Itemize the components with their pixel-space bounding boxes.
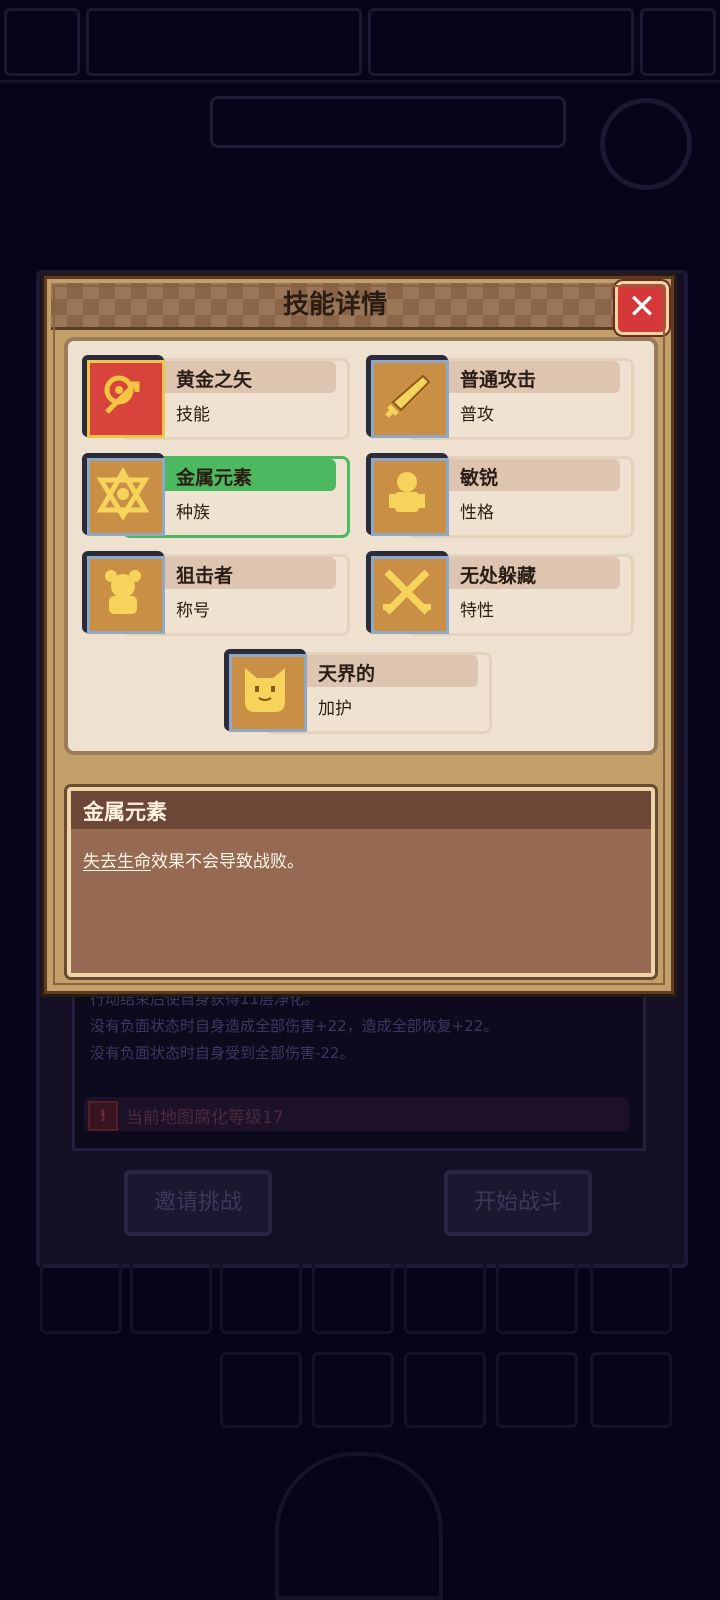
bear-icon xyxy=(87,556,165,634)
figure-icon xyxy=(371,458,449,536)
skill-category: 性格 xyxy=(460,503,494,523)
cat-face-icon xyxy=(229,654,307,732)
bg-grid-cell xyxy=(496,1258,578,1334)
top-slot xyxy=(368,8,634,76)
skill-name: 黄金之矢 xyxy=(176,369,253,391)
skill-item-celestial[interactable]: 天界的 加护 xyxy=(224,649,492,734)
skill-list: 黄金之矢 技能 普通攻击 普攻 金属元素 种族 敏锐 性格 狙击者 称号 无处躲… xyxy=(64,337,658,755)
bg-arch xyxy=(275,1452,443,1600)
lose-life-keyword-link[interactable]: 失去生命 xyxy=(83,852,151,872)
bg-grid-cell xyxy=(220,1352,302,1428)
bg-grid-cell xyxy=(312,1258,394,1334)
effect-line: 没有负面状态时自身造成全部伤害+22，造成全部恢复+22。 xyxy=(90,1017,499,1035)
start-battle-button[interactable]: 开始战斗 xyxy=(444,1170,592,1236)
close-button[interactable]: ✕ xyxy=(615,281,669,335)
skill-category: 技能 xyxy=(176,405,210,425)
top-slot xyxy=(86,8,362,76)
bg-grid-cell xyxy=(590,1258,672,1334)
bg-grid-cell xyxy=(220,1258,302,1334)
skill-category: 种族 xyxy=(176,503,210,523)
crossed-swords-icon xyxy=(371,556,449,634)
sword-icon xyxy=(371,360,449,438)
effect-line: 没有负面状态时自身受到全部伤害-22。 xyxy=(90,1044,355,1062)
warning-text: 当前地图腐化等级17 xyxy=(126,1108,284,1128)
skill-category: 普攻 xyxy=(460,405,494,425)
skill-item-metal-element[interactable]: 金属元素 种族 xyxy=(82,453,350,538)
bg-ring xyxy=(600,98,692,190)
dialog-title: 技能详情 xyxy=(282,290,387,320)
dialog-titlebar: 技能详情 xyxy=(51,283,619,330)
skill-item-normal-attack[interactable]: 普通攻击 普攻 xyxy=(366,355,634,440)
skill-category: 特性 xyxy=(460,601,494,621)
skill-name: 普通攻击 xyxy=(460,369,537,391)
invite-challenge-button[interactable]: 邀请挑战 xyxy=(124,1170,272,1236)
skill-name: 敏锐 xyxy=(460,467,499,489)
skill-name: 天界的 xyxy=(318,663,376,685)
top-bar xyxy=(0,0,720,83)
top-slot xyxy=(4,8,80,76)
description-rest: 效果不会导致战败。 xyxy=(151,852,304,872)
bg-grid-cell xyxy=(590,1352,672,1428)
bg-grid-cell xyxy=(312,1352,394,1428)
golden-arrow-icon xyxy=(87,360,165,438)
bg-pill xyxy=(210,96,566,148)
skill-name: 狙击者 xyxy=(176,565,234,587)
close-icon: ✕ xyxy=(627,287,657,327)
skill-item-sniper[interactable]: 狙击者 称号 xyxy=(82,551,350,636)
star-emblem-icon xyxy=(87,458,165,536)
skill-name: 金属元素 xyxy=(176,467,253,489)
description-title: 金属元素 xyxy=(83,800,167,824)
description-header: 金属元素 xyxy=(71,791,651,829)
bg-grid-cell xyxy=(496,1352,578,1428)
skill-name: 无处躲藏 xyxy=(460,565,537,587)
skill-item-golden-arrow[interactable]: 黄金之矢 技能 xyxy=(82,355,350,440)
skill-description-panel: 金属元素 失去生命效果不会导致战败。 xyxy=(67,787,655,977)
bg-grid-cell xyxy=(130,1258,212,1334)
skill-category: 称号 xyxy=(176,601,210,621)
exclamation-icon: ! xyxy=(88,1101,118,1131)
bg-grid-cell xyxy=(404,1352,486,1428)
bg-grid-cell xyxy=(404,1258,486,1334)
skill-item-keen[interactable]: 敏锐 性格 xyxy=(366,453,634,538)
skill-item-nowhere-to-hide[interactable]: 无处躲藏 特性 xyxy=(366,551,634,636)
skill-details-dialog: 技能详情 ✕ 黄金之矢 技能 普通攻击 普攻 金属元素 种族 敏锐 性格 狙击者… xyxy=(44,276,674,994)
top-slot xyxy=(640,8,716,76)
description-text: 失去生命效果不会导致战败。 xyxy=(83,847,304,872)
corruption-warning: ! 当前地图腐化等级17 xyxy=(84,1097,629,1131)
bg-grid-cell xyxy=(40,1258,122,1334)
skill-category: 加护 xyxy=(318,699,352,719)
